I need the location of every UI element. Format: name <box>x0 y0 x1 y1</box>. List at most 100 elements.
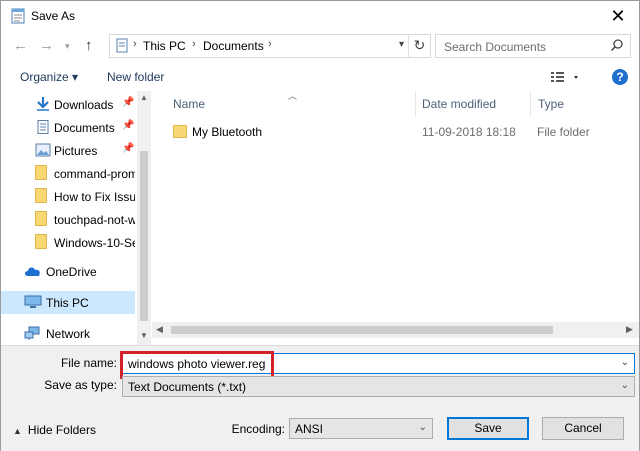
close-icon: ✕ <box>610 6 626 26</box>
breadcrumb-documents[interactable]: Documents <box>203 39 264 53</box>
pin-icon: 📌 <box>122 143 135 154</box>
address-history-dropdown-icon[interactable]: ▾ <box>399 39 404 50</box>
scrollbar-thumb[interactable] <box>140 151 148 321</box>
nav-item-downloads[interactable]: Downloads 📌 <box>1 93 135 116</box>
refresh-icon[interactable]: ↻ <box>408 35 430 57</box>
back-arrow-icon[interactable]: ← <box>13 37 28 54</box>
notepad-icon <box>11 8 25 24</box>
documents-location-icon <box>116 38 128 53</box>
nav-item-label: Downloads <box>54 98 114 112</box>
nav-item-label: command-prom <box>54 167 135 181</box>
horizontal-scrollbar[interactable]: ◀ ▶ <box>152 322 639 338</box>
nav-item-onedrive[interactable]: OneDrive <box>1 260 135 283</box>
network-icon <box>24 326 40 340</box>
picture-icon <box>35 143 51 157</box>
scrollbar-thumb[interactable] <box>171 326 553 334</box>
save-as-dialog: Save As ✕ ← → ▾ ↑ › This PC › Documents … <box>0 0 640 451</box>
column-header-name[interactable]: Name <box>173 97 205 111</box>
hide-folders-label: Hide Folders <box>27 423 96 437</box>
folder-icon <box>35 188 47 203</box>
help-icon[interactable]: ? <box>612 69 628 85</box>
save-form: File name: windows photo viewer.reg ⌄ Sa… <box>1 345 639 451</box>
folder-icon <box>35 211 47 226</box>
nav-item-label: Pictures <box>54 144 98 158</box>
save-as-type-label: Save as type: <box>44 378 117 392</box>
scroll-up-arrow-icon[interactable]: ▲ <box>140 93 148 102</box>
folder-icon <box>35 234 47 249</box>
file-date: 11-09-2018 18:18 <box>422 125 516 139</box>
nav-item-label: touchpad-not-w <box>54 213 135 227</box>
column-header-type[interactable]: Type <box>538 97 564 111</box>
download-icon <box>37 97 49 111</box>
cloud-icon <box>25 267 40 276</box>
nav-item-label: This PC <box>46 296 89 310</box>
scroll-down-arrow-icon[interactable]: ▼ <box>140 331 148 340</box>
nav-pane-scrollbar[interactable]: ▲ ▼ <box>137 91 151 345</box>
nav-item-label: Network <box>46 327 91 341</box>
file-row[interactable]: My Bluetooth 11-09-2018 18:18 File folde… <box>170 121 630 143</box>
file-name-value: windows photo viewer.reg <box>128 357 266 371</box>
navigation-pane: Downloads 📌 Documents 📌 Pictures 📌 comma… <box>1 91 151 345</box>
nav-item-documents[interactable]: Documents 📌 <box>1 116 135 139</box>
recent-locations-chevron-icon[interactable]: ▾ <box>65 41 70 52</box>
column-divider[interactable] <box>415 91 416 117</box>
nav-item-label: Documents <box>54 121 115 135</box>
folder-icon <box>35 165 47 180</box>
encoding-label: Encoding: <box>231 422 285 436</box>
new-folder-button[interactable]: New folder <box>107 70 164 84</box>
nav-item-folder[interactable]: How to Fix Issue <box>1 185 135 208</box>
search-icon <box>610 39 623 52</box>
pin-icon: 📌 <box>122 97 135 108</box>
nav-item-folder[interactable]: touchpad-not-w <box>1 208 135 231</box>
cancel-button[interactable]: Cancel <box>542 417 624 440</box>
nav-item-label: How to Fix Issue <box>54 190 135 204</box>
address-bar[interactable]: › This PC › Documents › ▾ ↻ <box>109 34 431 58</box>
nav-item-folder[interactable]: Windows-10-Sea <box>1 231 135 254</box>
chevron-down-icon: ⌄ <box>620 380 629 391</box>
file-name: My Bluetooth <box>192 125 263 139</box>
sort-ascending-icon: ︿ <box>288 91 298 101</box>
close-button[interactable]: ✕ <box>607 5 629 27</box>
nav-item-this-pc[interactable]: This PC <box>1 291 135 314</box>
change-view-button[interactable] <box>550 70 580 87</box>
window-title: Save As <box>31 9 76 23</box>
nav-item-folder[interactable]: command-prom <box>1 162 135 185</box>
address-row: ← → ▾ ↑ › This PC › Documents › ▾ ↻ Sear… <box>1 33 639 59</box>
chevron-down-icon: ⌄ <box>418 422 427 433</box>
up-arrow-icon[interactable]: ↑ <box>85 37 93 54</box>
search-input[interactable]: Search Documents <box>435 34 631 58</box>
column-header-date-modified[interactable]: Date modified <box>422 97 496 111</box>
scroll-left-arrow-icon[interactable]: ◀ <box>156 324 163 335</box>
document-icon <box>37 120 49 134</box>
nav-item-network[interactable]: Network <box>1 322 135 345</box>
forward-arrow-icon[interactable]: → <box>39 37 54 54</box>
folder-icon <box>173 125 187 138</box>
breadcrumb-separator-icon: › <box>192 38 196 50</box>
save-as-type-select[interactable]: Text Documents (*.txt) ⌄ <box>122 376 635 397</box>
nav-item-label: Windows-10-Sea <box>54 236 135 250</box>
file-name-label: File name: <box>60 356 117 370</box>
encoding-select[interactable]: ANSI ⌄ <box>289 418 433 439</box>
nav-item-label: OneDrive <box>46 265 97 279</box>
nav-item-pictures[interactable]: Pictures 📌 <box>1 139 135 162</box>
chevron-up-icon: ▲ <box>13 426 22 436</box>
search-placeholder: Search Documents <box>444 40 547 54</box>
file-name-field[interactable]: windows photo viewer.reg ⌄ <box>122 353 635 374</box>
file-list: ︿ Name Date modified Type My Bluetooth 1… <box>152 91 639 345</box>
hide-folders-toggle[interactable]: ▲ Hide Folders <box>13 423 96 437</box>
details-view-icon <box>551 72 578 82</box>
encoding-value: ANSI <box>295 422 324 436</box>
pin-icon: 📌 <box>122 120 135 131</box>
computer-icon <box>24 295 42 308</box>
file-type: File folder <box>537 125 590 139</box>
column-divider[interactable] <box>530 91 531 117</box>
save-as-type-value: Text Documents (*.txt) <box>128 380 247 394</box>
breadcrumb-separator-icon: › <box>133 38 137 50</box>
scroll-right-arrow-icon[interactable]: ▶ <box>626 324 633 335</box>
chevron-down-icon[interactable]: ⌄ <box>621 357 629 368</box>
organize-menu[interactable]: Organize ▾ <box>20 70 78 84</box>
title-bar: Save As ✕ <box>1 1 639 31</box>
save-button[interactable]: Save <box>447 417 529 440</box>
command-bar: Organize ▾ New folder ? <box>1 63 639 91</box>
breadcrumb-this-pc[interactable]: This PC <box>143 39 186 53</box>
